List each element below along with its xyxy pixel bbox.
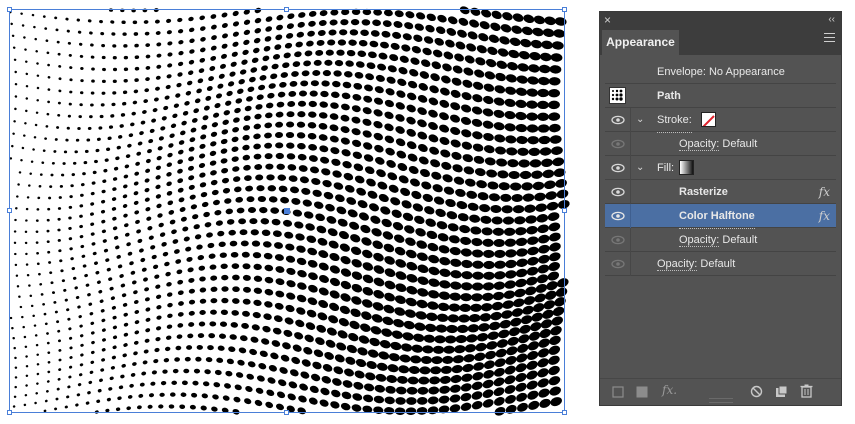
stroke-swatch-none[interactable]: [701, 112, 716, 127]
path-thumbnail-icon: [609, 87, 626, 104]
fill-opacity-text: Opacity: Default: [679, 228, 757, 252]
add-new-effect-icon[interactable]: fx.: [662, 383, 677, 397]
chevron-down-icon[interactable]: ⌄: [636, 108, 644, 132]
path-label: Path: [657, 90, 681, 102]
stroke-opacity-row[interactable]: Opacity: Default: [605, 132, 836, 156]
eye-visibility-icon[interactable]: [609, 180, 627, 204]
fill-opacity-label[interactable]: Opacity:: [679, 234, 720, 247]
eye-visibility-icon[interactable]: [609, 204, 627, 228]
add-new-stroke-icon[interactable]: [612, 386, 624, 398]
fill-opacity-row[interactable]: Opacity: Default: [605, 228, 836, 252]
clear-appearance-icon[interactable]: [750, 385, 763, 398]
stroke-opacity-text: Opacity: Default: [679, 132, 757, 156]
envelope-label: Envelope: No Appearance: [657, 66, 785, 78]
appearance-list: Envelope: No Appearance Path ⌄ Stroke: O…: [605, 60, 836, 276]
rasterize-row[interactable]: Rasterize fx: [605, 180, 836, 205]
color-halftone-row[interactable]: Color Halftone fx: [605, 204, 836, 229]
handle-top-center[interactable]: [284, 7, 289, 12]
close-icon[interactable]: ×: [604, 12, 611, 28]
eye-visibility-icon-dim[interactable]: [609, 132, 627, 156]
panel-tab-row: Appearance: [600, 28, 841, 55]
envelope-row[interactable]: Envelope: No Appearance: [605, 60, 836, 84]
stroke-row[interactable]: ⌄ Stroke:: [605, 108, 836, 133]
fx-icon[interactable]: fx: [819, 180, 830, 204]
tab-appearance[interactable]: Appearance: [602, 30, 679, 55]
object-opacity-label[interactable]: Opacity:: [657, 258, 698, 271]
panel-title-bar[interactable]: × ‹‹: [600, 12, 841, 28]
handle-middle-right[interactable]: [562, 208, 567, 213]
color-halftone-label[interactable]: Color Halftone: [679, 204, 755, 229]
fill-label[interactable]: Fill:: [657, 156, 674, 180]
panel-bottom-toolbar: fx.: [600, 378, 841, 405]
stroke-label[interactable]: Stroke:: [657, 108, 692, 133]
handle-bottom-center[interactable]: [284, 410, 289, 415]
eye-visibility-icon-dim[interactable]: [609, 228, 627, 252]
add-new-fill-icon[interactable]: [636, 386, 648, 398]
handle-top-left[interactable]: [7, 7, 12, 12]
chevron-down-icon[interactable]: ⌄: [636, 156, 644, 180]
handle-middle-left[interactable]: [7, 208, 12, 213]
duplicate-item-icon[interactable]: [775, 385, 788, 398]
handle-top-right[interactable]: [562, 7, 567, 12]
handle-bottom-left[interactable]: [7, 410, 12, 415]
halftone-artwork[interactable]: [0, 0, 580, 424]
eye-visibility-icon[interactable]: [609, 156, 627, 180]
fill-row[interactable]: ⌄ Fill:: [605, 156, 836, 180]
center-point: [284, 208, 290, 214]
path-row[interactable]: Path: [605, 84, 836, 108]
panel-menu-icon[interactable]: [824, 33, 835, 42]
object-opacity-text: Opacity: Default: [657, 252, 735, 276]
eye-visibility-icon[interactable]: [609, 108, 627, 132]
object-opacity-row[interactable]: Opacity: Default: [605, 252, 836, 276]
fill-opacity-value: Default: [722, 234, 758, 246]
delete-item-icon[interactable]: [800, 384, 813, 398]
stroke-opacity-label[interactable]: Opacity:: [679, 138, 720, 151]
handle-bottom-right[interactable]: [562, 410, 567, 415]
eye-visibility-icon-dim[interactable]: [609, 252, 627, 276]
collapse-icon[interactable]: ‹‹: [828, 12, 835, 28]
artboard-canvas[interactable]: [0, 0, 580, 424]
stroke-opacity-value: Default: [722, 138, 758, 150]
appearance-panel: × ‹‹ Appearance Envelope: No Appearance …: [599, 11, 842, 406]
fill-swatch-gradient[interactable]: [679, 160, 694, 175]
rasterize-label[interactable]: Rasterize: [679, 180, 728, 205]
object-opacity-value: Default: [700, 258, 736, 270]
fx-icon[interactable]: fx: [819, 204, 830, 228]
panel-resize-grip[interactable]: [708, 398, 733, 403]
